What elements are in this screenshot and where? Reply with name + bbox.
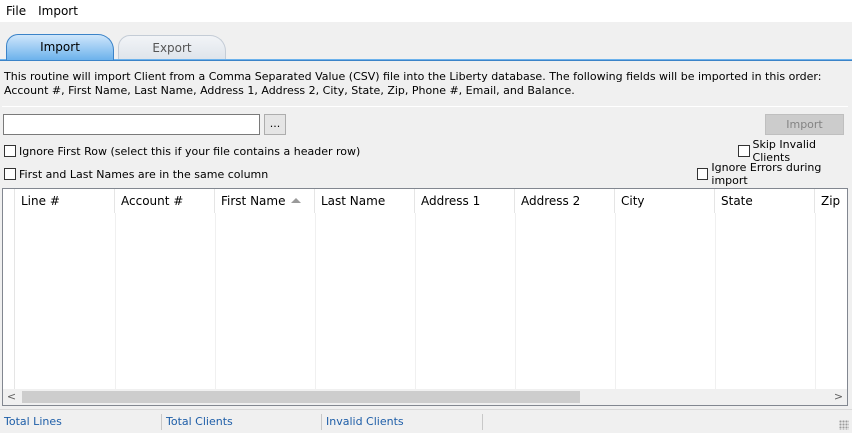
tab-export[interactable]: Export (118, 35, 226, 61)
menu-bar: File Import (0, 0, 852, 22)
column-header-first-name[interactable]: First Name (215, 189, 315, 213)
menu-file[interactable]: File (0, 0, 32, 22)
column-divider (715, 213, 716, 389)
scroll-right-icon[interactable]: > (830, 389, 847, 405)
status-bar: Total Lines Total Clients Invalid Client… (0, 409, 852, 433)
resize-grip-icon[interactable] (839, 420, 849, 430)
file-path-input[interactable] (3, 114, 260, 135)
sort-ascending-icon (291, 198, 302, 203)
grid-header: Line # Account # First Name Last Name Ad… (15, 189, 847, 213)
column-divider (815, 213, 816, 389)
column-header-city[interactable]: City (615, 189, 715, 213)
skip-invalid-checkbox[interactable]: Skip Invalid Clients (738, 138, 852, 164)
import-description: This routine will import Client from a C… (4, 70, 822, 97)
column-divider (415, 213, 416, 389)
column-header-label: Zip (821, 194, 841, 208)
scroll-left-icon[interactable]: < (3, 389, 20, 405)
column-header-zip[interactable]: Zip (815, 189, 847, 213)
column-divider (215, 213, 216, 389)
import-grid[interactable]: Line # Account # First Name Last Name Ad… (2, 188, 848, 406)
ignore-errors-label: Ignore Errors during import (711, 161, 822, 187)
column-header-label: State (721, 194, 753, 208)
column-header-state[interactable]: State (715, 189, 815, 213)
column-header-address-1[interactable]: Address 1 (415, 189, 515, 213)
import-button[interactable]: Import (765, 114, 844, 135)
browse-button[interactable]: ... (264, 114, 286, 135)
column-header-label: Address 1 (421, 194, 481, 208)
scroll-thumb[interactable] (22, 391, 580, 403)
tab-strip: Export Import (0, 22, 852, 61)
column-divider (615, 213, 616, 389)
checkbox-box[interactable] (4, 145, 16, 157)
row-header-column (3, 189, 15, 389)
column-header-last-name[interactable]: Last Name (315, 189, 415, 213)
column-header-label: Account # (121, 194, 184, 208)
checkbox-box[interactable] (697, 168, 709, 180)
import-panel: This routine will import Client from a C… (0, 61, 852, 433)
same-column-checkbox[interactable]: First and Last Names are in the same col… (4, 167, 268, 181)
column-divider (115, 213, 116, 389)
same-column-label: First and Last Names are in the same col… (19, 167, 269, 181)
status-total-clients: Total Clients (162, 414, 322, 430)
column-header-label: City (621, 194, 645, 208)
horizontal-scrollbar[interactable]: < > (3, 389, 847, 405)
column-header-account[interactable]: Account # (115, 189, 215, 213)
separator (2, 106, 848, 107)
tab-import[interactable]: Import (6, 34, 114, 60)
column-header-label: Last Name (321, 194, 386, 208)
status-invalid-clients: Invalid Clients (322, 414, 483, 430)
ignore-first-row-label: Ignore First Row (select this if your fi… (19, 144, 361, 158)
menu-import[interactable]: Import (32, 0, 84, 22)
checkbox-box[interactable] (738, 145, 750, 157)
column-header-label: First Name (221, 194, 286, 208)
column-header-line[interactable]: Line # (15, 189, 115, 213)
checkbox-box[interactable] (4, 168, 16, 180)
column-header-label: Line # (21, 194, 60, 208)
status-total-lines: Total Lines (0, 414, 162, 430)
column-divider (515, 213, 516, 389)
ignore-errors-checkbox[interactable]: Ignore Errors during import (697, 161, 852, 187)
column-divider (315, 213, 316, 389)
column-header-label: Address 2 (521, 194, 581, 208)
ignore-first-row-checkbox[interactable]: Ignore First Row (select this if your fi… (4, 144, 360, 158)
column-header-address-2[interactable]: Address 2 (515, 189, 615, 213)
